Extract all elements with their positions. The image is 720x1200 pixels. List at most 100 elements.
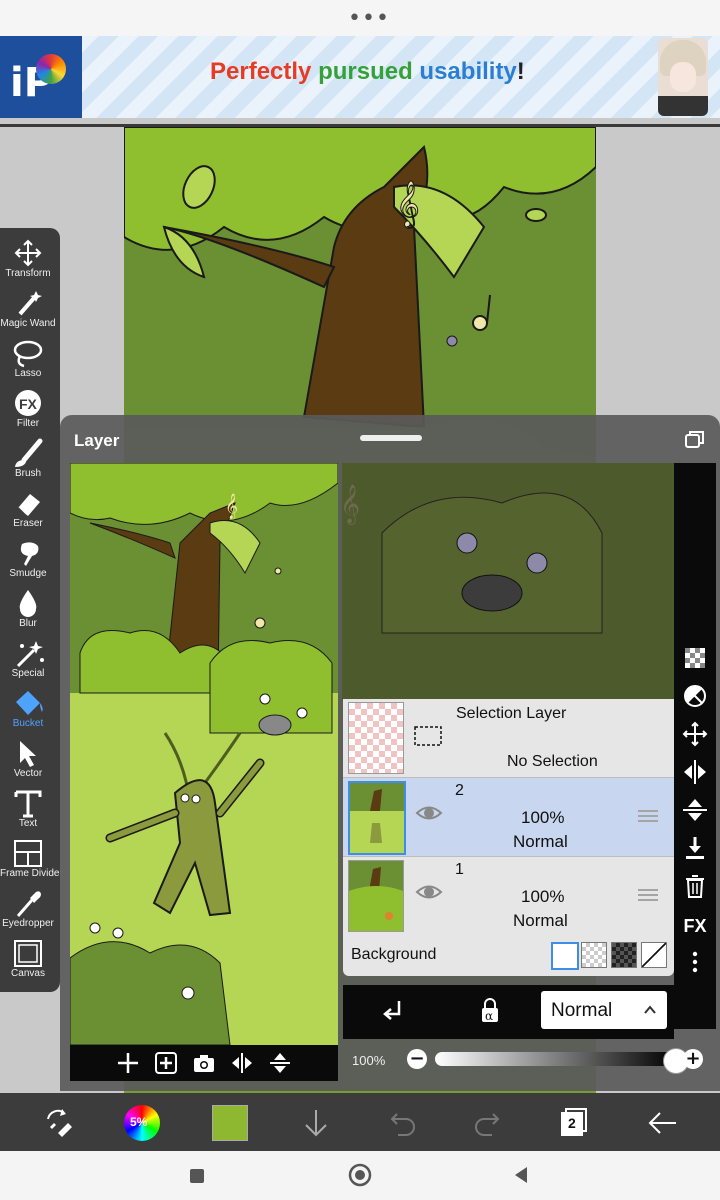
- restore-window-icon[interactable]: [684, 429, 706, 449]
- ad-headline: Perfectly pursued usability!: [210, 58, 525, 86]
- selection-layer-row[interactable]: Selection Layer No Selection: [343, 699, 674, 778]
- opacity-slider[interactable]: [435, 1052, 675, 1066]
- color-wheel-button[interactable]: 5%: [124, 1105, 160, 1141]
- duplicate-layer-icon[interactable]: [154, 1051, 178, 1075]
- camera-icon[interactable]: [192, 1051, 216, 1075]
- navigator-preview[interactable]: 𝄞: [70, 463, 338, 1045]
- layer-number: 1: [455, 861, 464, 878]
- flip-horizontal-icon[interactable]: [680, 757, 710, 787]
- layer-row[interactable]: 2 100% Normal: [343, 778, 674, 857]
- tool-lasso[interactable]: Lasso: [0, 334, 56, 384]
- more-vertical-icon[interactable]: [680, 947, 710, 977]
- tool-special[interactable]: Special: [0, 634, 56, 684]
- redo-icon[interactable]: [470, 1105, 506, 1141]
- tool-label: Eyedropper: [2, 918, 54, 929]
- canvas-icon: [14, 940, 42, 967]
- tool-blur[interactable]: Blur: [0, 584, 56, 634]
- background-row: Background: [343, 934, 674, 976]
- undo-icon[interactable]: [384, 1105, 420, 1141]
- clipping-arrow-icon[interactable]: [381, 998, 405, 1024]
- opacity-increase-button[interactable]: +: [683, 1049, 703, 1069]
- tool-label: Smudge: [9, 568, 47, 579]
- transparency-checker-icon[interactable]: [680, 643, 710, 673]
- alpha-lock-icon[interactable]: α: [479, 997, 501, 1025]
- svg-text:𝄞: 𝄞: [342, 484, 360, 525]
- back-arrow-icon[interactable]: [644, 1105, 680, 1141]
- tool-smudge[interactable]: Smudge: [0, 534, 56, 584]
- tool-eyedropper[interactable]: Eyedropper: [0, 884, 56, 934]
- smudge-icon: [20, 542, 39, 566]
- drag-handle-icon[interactable]: [638, 889, 658, 901]
- brush-size-label: 5%: [130, 1115, 148, 1129]
- ad-word-3: usability: [419, 58, 517, 85]
- blend-mode-select[interactable]: Normal: [541, 991, 667, 1029]
- ad-punct: !: [516, 58, 525, 85]
- layer-opacity: 100%: [521, 887, 565, 906]
- more-horizontal-icon[interactable]: •••: [348, 6, 390, 31]
- background-label: Background: [351, 946, 437, 963]
- tool-filter[interactable]: FX Filter: [0, 384, 56, 434]
- ad-word-1: Perfectly: [210, 58, 312, 85]
- selection-layer-thumbnail: [348, 702, 404, 774]
- visibility-eye-icon[interactable]: [415, 883, 443, 901]
- flip-vertical-icon[interactable]: [268, 1051, 292, 1075]
- blend-mode-bar: α Normal: [343, 985, 674, 1039]
- tool-label: Vector: [13, 768, 43, 779]
- zoomed-illustration: 𝄞: [342, 463, 674, 700]
- tool-magic-wand[interactable]: Magic Wand: [0, 284, 56, 334]
- tool-transform[interactable]: Transform: [0, 234, 56, 284]
- tool-vector[interactable]: Vector: [0, 734, 56, 784]
- tool-label: Text: [18, 818, 38, 829]
- home-circle-icon[interactable]: [348, 1163, 372, 1187]
- flip-vertical-icon[interactable]: [680, 795, 710, 825]
- merge-down-icon[interactable]: [680, 833, 710, 863]
- visibility-eye-icon[interactable]: [415, 804, 443, 822]
- tool-frame-divider[interactable]: Frame Divider: [0, 834, 63, 884]
- tool-brush[interactable]: Brush: [0, 434, 56, 484]
- tool-label: Frame Divider: [0, 868, 63, 879]
- ad-banner[interactable]: iP Perfectly pursued usability!: [0, 36, 720, 118]
- background-checker-swatch[interactable]: [581, 942, 607, 968]
- bucket-icon: [16, 691, 43, 715]
- arrow-down-icon[interactable]: [298, 1105, 334, 1141]
- selection-layer-status: No Selection: [507, 753, 598, 770]
- special-icon: [16, 641, 44, 668]
- blend-mode-value: Normal: [551, 1000, 613, 1021]
- trash-icon[interactable]: [680, 871, 710, 901]
- eyedropper-icon: [16, 891, 41, 917]
- tool-text[interactable]: Text: [0, 784, 56, 834]
- recents-square-icon[interactable]: [188, 1167, 206, 1185]
- panel-drag-handle[interactable]: [360, 435, 422, 441]
- layer-thumbnail: [348, 860, 404, 932]
- swap-tool-icon[interactable]: [40, 1105, 76, 1141]
- selection-marquee-icon: [414, 726, 442, 746]
- invert-circle-icon[interactable]: [680, 681, 710, 711]
- svg-text:𝄞: 𝄞: [396, 181, 420, 229]
- fx-button[interactable]: FX: [680, 911, 710, 941]
- move-layer-icon[interactable]: [680, 719, 710, 749]
- tool-label: Blur: [19, 618, 37, 629]
- tool-eraser[interactable]: Eraser: [0, 484, 56, 534]
- opacity-value-label: 100%: [352, 1053, 386, 1068]
- tool-label: Lasso: [14, 368, 42, 379]
- tool-bucket[interactable]: Bucket: [0, 684, 56, 734]
- tool-palette: Transform Magic Wand Lasso FX Filter Bru…: [0, 228, 63, 992]
- add-layer-icon[interactable]: [116, 1051, 140, 1075]
- flip-horizontal-icon[interactable]: [230, 1051, 254, 1075]
- vector-arrow-icon: [20, 741, 36, 767]
- background-none-swatch[interactable]: [641, 942, 667, 968]
- background-dark-checker-swatch[interactable]: [611, 942, 637, 968]
- tool-canvas[interactable]: Canvas: [0, 934, 56, 984]
- current-color-swatch[interactable]: [212, 1105, 248, 1141]
- minus-label: −: [409, 1048, 425, 1069]
- background-white-swatch[interactable]: [551, 942, 579, 970]
- svg-text:α: α: [485, 1009, 493, 1023]
- top-bar: •••: [0, 0, 720, 36]
- drag-handle-icon[interactable]: [638, 810, 658, 822]
- layers-button[interactable]: 2: [556, 1105, 592, 1141]
- opacity-decrease-button[interactable]: −: [407, 1049, 427, 1069]
- zoomed-view: 𝄞: [342, 463, 674, 700]
- tool-label: Bucket: [12, 718, 44, 729]
- back-triangle-icon[interactable]: [512, 1165, 530, 1185]
- layer-row[interactable]: 1 100% Normal: [343, 857, 674, 936]
